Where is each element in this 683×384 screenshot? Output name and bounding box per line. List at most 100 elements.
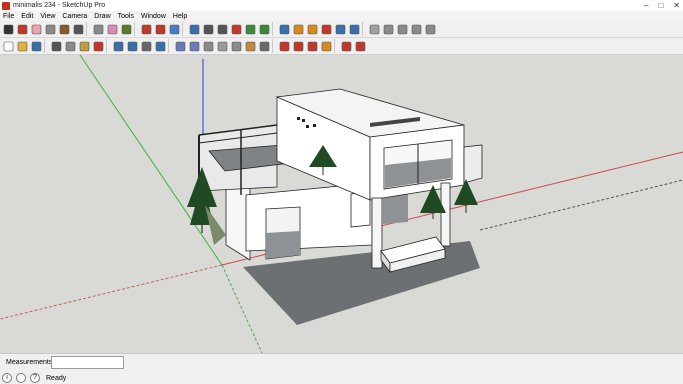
status-bar: Measurements i ? Ready: [0, 353, 683, 384]
menu-tools[interactable]: Tools: [118, 13, 134, 20]
circle-icon[interactable]: [58, 23, 70, 35]
menu-camera[interactable]: Camera: [62, 13, 87, 20]
section-plane-icon[interactable]: [306, 40, 318, 52]
look-around-icon[interactable]: [354, 40, 366, 52]
shaded-textures-style-icon[interactable]: [244, 40, 256, 52]
drawing-viewport[interactable]: [0, 55, 683, 353]
back-edges-style-icon[interactable]: [188, 40, 200, 52]
garage-interior: [266, 231, 300, 259]
get-models-icon[interactable]: [292, 23, 304, 35]
dimension-icon[interactable]: [120, 23, 132, 35]
model-scene[interactable]: [0, 55, 683, 353]
previous-view-icon[interactable]: [244, 23, 256, 35]
top-view-icon[interactable]: [396, 23, 408, 35]
paint-bucket-icon[interactable]: [106, 23, 118, 35]
next-view-icon[interactable]: [258, 23, 270, 35]
front-column-left: [371, 197, 383, 269]
menu-help[interactable]: Help: [173, 13, 187, 20]
house-view-icon[interactable]: [368, 23, 380, 35]
model-info-icon[interactable]: [154, 40, 166, 52]
close-button[interactable]: ✕: [673, 1, 680, 10]
menu-window[interactable]: Window: [141, 13, 166, 20]
new-file-icon[interactable]: [2, 40, 14, 52]
monochrome-style-icon[interactable]: [258, 40, 270, 52]
toolbar-separator: [272, 39, 276, 53]
share-model-icon[interactable]: [306, 23, 318, 35]
display-sections-icon[interactable]: [320, 40, 332, 52]
menu-view[interactable]: View: [40, 13, 55, 20]
toolbar-separator: [334, 39, 338, 53]
hidden-line-style-icon[interactable]: [216, 40, 228, 52]
toolbar-separator: [362, 22, 366, 36]
save-icon[interactable]: [30, 40, 42, 52]
front-view-icon[interactable]: [410, 23, 422, 35]
follow-me-icon[interactable]: [168, 23, 180, 35]
preview-google-earth-icon[interactable]: [348, 23, 360, 35]
zoom-window-icon[interactable]: [216, 23, 228, 35]
toolbar-standard: [0, 38, 683, 55]
print-icon[interactable]: [140, 40, 152, 52]
window-controls: – □ ✕: [644, 0, 680, 11]
menu-bar: File Edit View Camera Draw Tools Window …: [0, 11, 683, 21]
status-text: Ready: [46, 374, 67, 382]
zoom-icon[interactable]: [202, 23, 214, 35]
measurements-label: Measurements: [6, 359, 53, 366]
maximize-button[interactable]: □: [658, 1, 663, 10]
decor-square-2: [302, 119, 305, 122]
shaded-style-icon[interactable]: [230, 40, 242, 52]
push-pull-icon[interactable]: [92, 23, 104, 35]
toolbar-separator: [106, 39, 110, 53]
toolbar-separator: [134, 22, 138, 36]
undo-icon[interactable]: [112, 40, 124, 52]
toolbar-large-tool-set: [0, 21, 683, 38]
photo-textures-icon[interactable]: [334, 23, 346, 35]
decor-square-1: [297, 117, 300, 120]
components-icon[interactable]: [320, 23, 332, 35]
info-icon[interactable]: i: [2, 373, 12, 383]
toolbar-separator: [272, 22, 276, 36]
window-title: minimalis 234 - SketchUp Pro: [13, 2, 106, 9]
toolbar-separator: [182, 22, 186, 36]
status-row: i ? Ready: [2, 372, 66, 384]
add-location-icon[interactable]: [278, 40, 290, 52]
copy-icon[interactable]: [64, 40, 76, 52]
title-bar: minimalis 234 - SketchUp Pro – □ ✕: [0, 0, 683, 11]
toolbar-separator: [168, 39, 172, 53]
move-icon[interactable]: [140, 23, 152, 35]
right-view-icon[interactable]: [424, 23, 436, 35]
wireframe-style-icon[interactable]: [202, 40, 214, 52]
select-icon[interactable]: [2, 23, 14, 35]
eraser-icon[interactable]: [30, 23, 42, 35]
arc-icon[interactable]: [72, 23, 84, 35]
sketchup-app-icon: [2, 1, 10, 10]
toolbar-separator: [86, 22, 90, 36]
help-icon[interactable]: ?: [30, 373, 40, 383]
xray-style-icon[interactable]: [174, 40, 186, 52]
rectangle-icon[interactable]: [44, 23, 56, 35]
open-file-icon[interactable]: [16, 40, 28, 52]
toggle-terrain-icon[interactable]: [292, 40, 304, 52]
line-icon[interactable]: [16, 23, 28, 35]
iso-view-icon[interactable]: [382, 23, 394, 35]
menu-edit[interactable]: Edit: [21, 13, 33, 20]
toolbar-separator: [44, 39, 48, 53]
camera-icon[interactable]: [278, 23, 290, 35]
zoom-extents-icon[interactable]: [230, 23, 242, 35]
measurements-input[interactable]: [51, 356, 124, 369]
redo-icon[interactable]: [126, 40, 138, 52]
side-annex: [463, 144, 483, 184]
cut-icon[interactable]: [50, 40, 62, 52]
rotate-icon[interactable]: [154, 23, 166, 35]
front-column-right: [440, 182, 451, 247]
menu-file[interactable]: File: [3, 13, 14, 20]
user-icon[interactable]: [16, 373, 26, 383]
menu-draw[interactable]: Draw: [94, 13, 110, 20]
ground-glass-panel: [383, 194, 408, 224]
decor-square-4: [313, 124, 316, 127]
walk-icon[interactable]: [340, 40, 352, 52]
orbit-icon[interactable]: [188, 23, 200, 35]
minimize-button[interactable]: –: [644, 1, 648, 10]
paste-icon[interactable]: [78, 40, 90, 52]
erase-selection-icon[interactable]: [92, 40, 104, 52]
decor-square-3: [306, 125, 309, 128]
